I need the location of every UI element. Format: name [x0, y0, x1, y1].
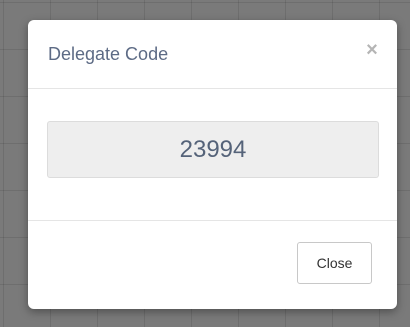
- delegate-code-dialog: Delegate Code × 23994 Close: [28, 20, 397, 309]
- dialog-header: Delegate Code ×: [28, 20, 397, 89]
- dialog-footer: Close: [28, 221, 397, 309]
- dialog-title: Delegate Code: [48, 44, 169, 64]
- delegate-code-display: 23994: [47, 121, 379, 178]
- close-icon[interactable]: ×: [364, 39, 380, 61]
- close-button[interactable]: Close: [297, 242, 372, 284]
- dialog-body: 23994: [28, 89, 397, 221]
